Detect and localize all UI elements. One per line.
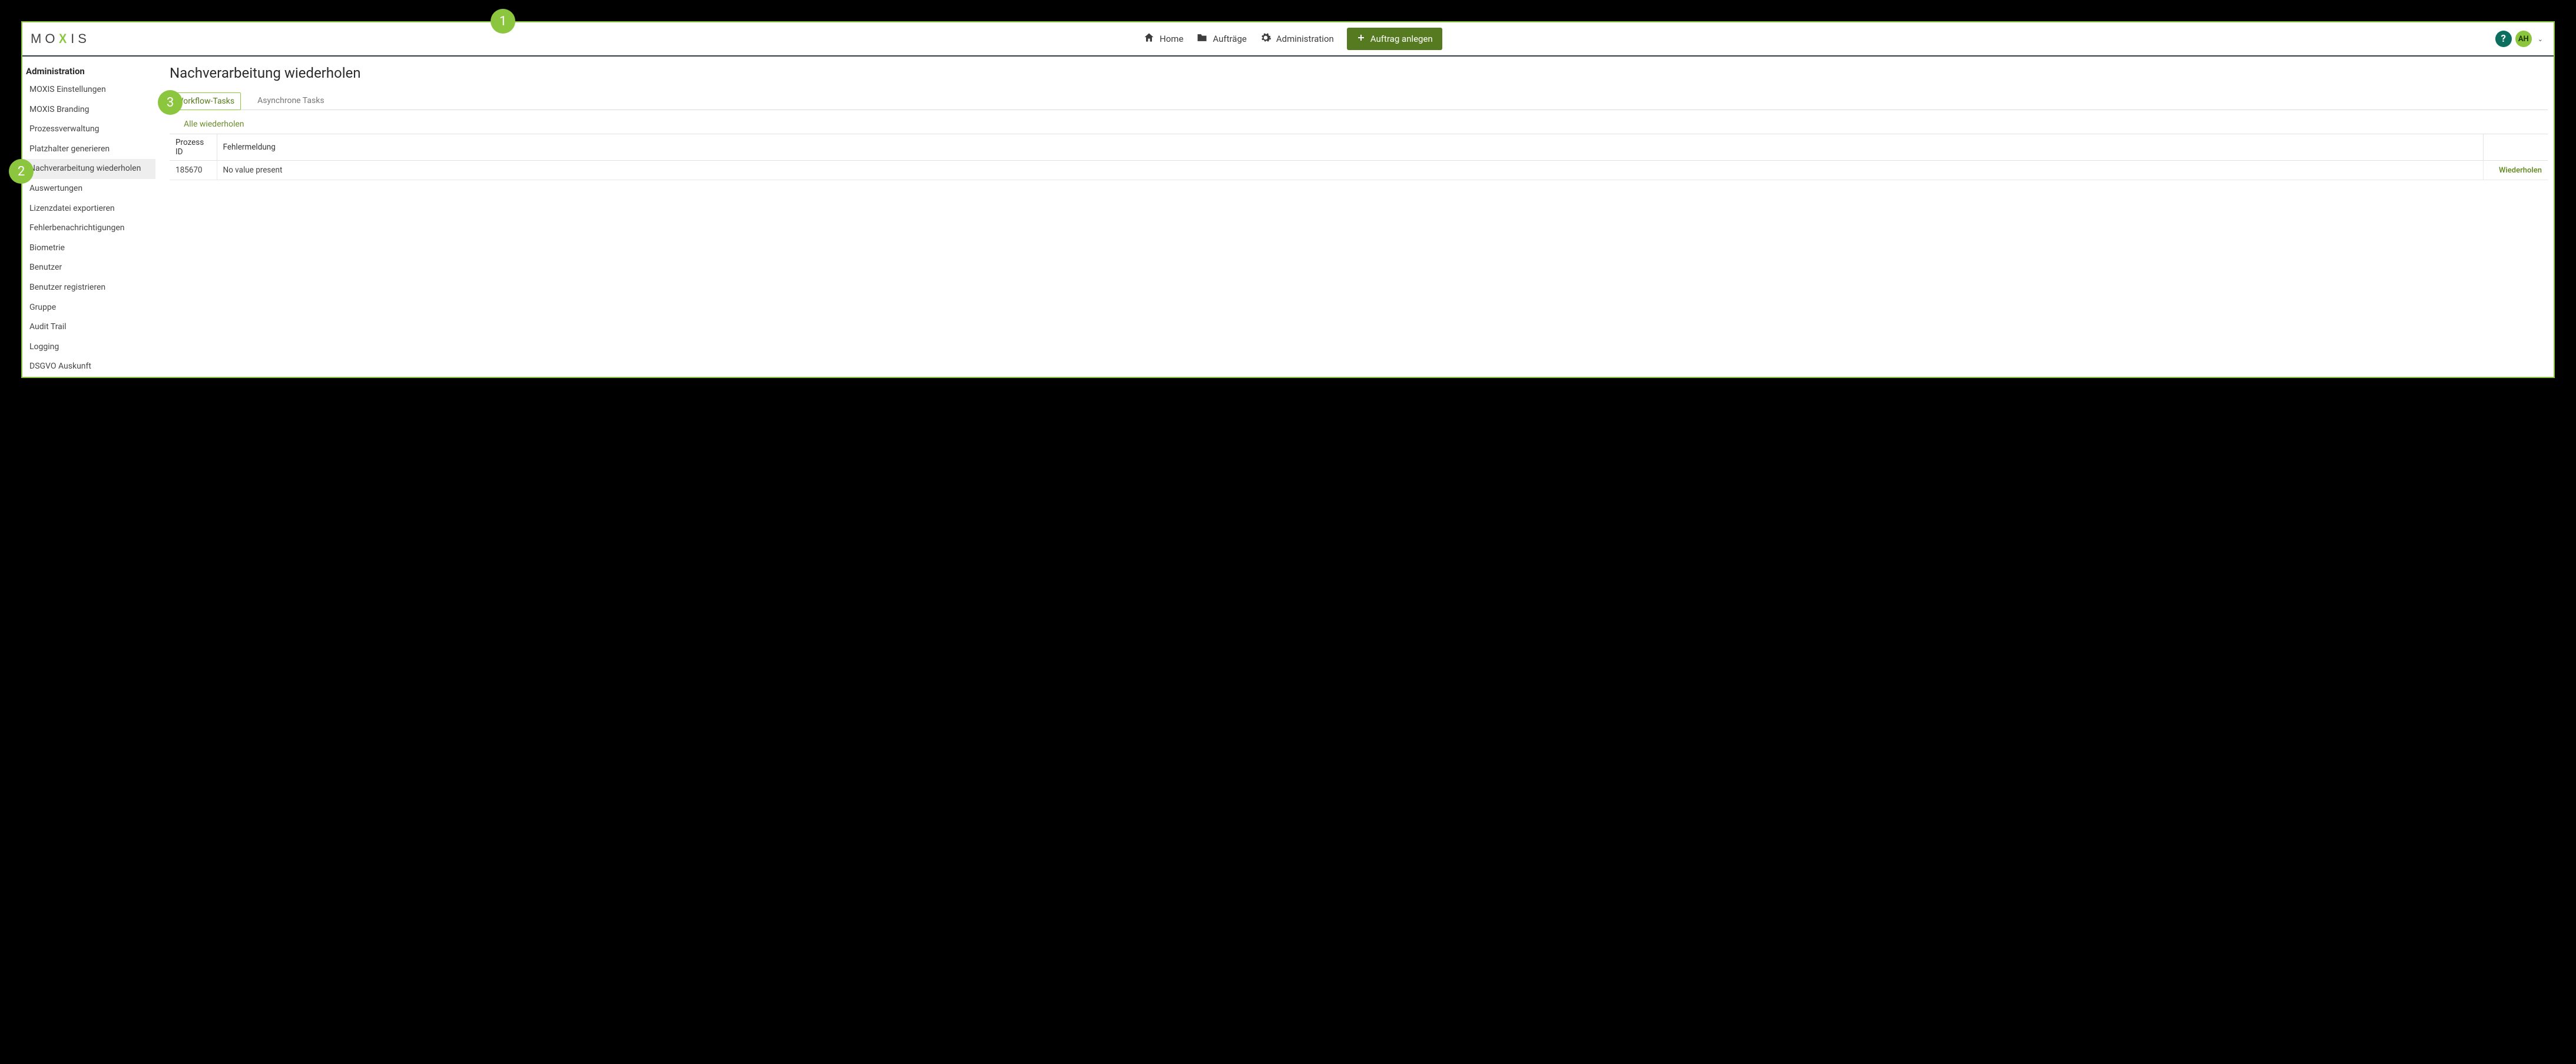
tabs: Workflow-Tasks Asynchrone Tasks: [170, 92, 2548, 110]
topnav: Home Aufträge Administration Auftrag anl…: [1143, 28, 1442, 50]
sidebar-item-audit-trail[interactable]: Audit Trail: [22, 317, 155, 337]
topbar-right: ? AH ⌄: [2495, 31, 2545, 47]
tab-workflow-tasks[interactable]: Workflow-Tasks: [170, 92, 241, 110]
topbar: M O X I S Home Aufträge: [22, 22, 2554, 57]
table-header-row: Prozess ID Fehlermeldung: [170, 134, 2548, 161]
nav-orders[interactable]: Aufträge: [1196, 32, 1246, 46]
sidebar-item-gdpr[interactable]: DSGVO Auskunft: [22, 357, 155, 377]
sidebar-item-error-notifications[interactable]: Fehlerbenachrichtigungen: [22, 218, 155, 238]
avatar[interactable]: AH: [2515, 31, 2532, 47]
sidebar-item-biometrics[interactable]: Biometrie: [22, 238, 155, 258]
sidebar-item-placeholder-gen[interactable]: Platzhalter generieren: [22, 140, 155, 160]
create-order-label: Auftrag anlegen: [1370, 34, 1433, 44]
folder-icon: [1196, 32, 1208, 46]
nav-home[interactable]: Home: [1143, 32, 1183, 46]
sidebar-heading: Administration: [22, 62, 155, 80]
table-row: 185670 No value present Wiederholen: [170, 161, 2548, 180]
col-header-action: [2483, 134, 2548, 161]
sidebar: Administration MOXIS Einstellungen MOXIS…: [22, 57, 155, 377]
sidebar-item-logging[interactable]: Logging: [22, 337, 155, 357]
col-header-error: Fehlermeldung: [217, 134, 2483, 161]
logo-letter-x: X: [59, 31, 70, 47]
page-title: Nachverarbeitung wiederholen: [170, 65, 2548, 81]
logo-letter: M: [31, 31, 45, 47]
app-window: 1 2 3 M O X I S Home Aufträge: [21, 21, 2555, 378]
help-icon: ?: [2501, 33, 2506, 45]
sidebar-item-moxis-settings[interactable]: MOXIS Einstellungen: [22, 80, 155, 100]
logo-letter: O: [45, 31, 58, 47]
sidebar-item-license-export[interactable]: Lizenzdatei exportieren: [22, 199, 155, 219]
logo-letter: S: [78, 31, 90, 47]
tab-async-tasks[interactable]: Asynchrone Tasks: [251, 92, 330, 110]
nav-admin[interactable]: Administration: [1260, 32, 1334, 46]
user-menu-caret[interactable]: ⌄: [2535, 35, 2545, 43]
nav-admin-label: Administration: [1276, 34, 1334, 44]
repeat-all-link[interactable]: Alle wiederholen: [184, 120, 244, 129]
tasks-table: Prozess ID Fehlermeldung 185670 No value…: [170, 134, 2548, 180]
gear-icon: [1260, 32, 1272, 46]
nav-orders-label: Aufträge: [1213, 34, 1246, 44]
create-order-button[interactable]: Auftrag anlegen: [1347, 28, 1442, 50]
logo: M O X I S: [31, 31, 90, 47]
sidebar-item-users[interactable]: Benutzer: [22, 258, 155, 278]
sidebar-item-reports[interactable]: Auswertungen: [22, 179, 155, 199]
sidebar-item-register-user[interactable]: Benutzer registrieren: [22, 278, 155, 298]
avatar-initials: AH: [2518, 35, 2529, 44]
cell-process-id: 185670: [170, 161, 217, 180]
home-icon: [1143, 32, 1155, 46]
cell-error: No value present: [217, 161, 2483, 180]
help-button[interactable]: ?: [2495, 31, 2512, 47]
nav-home-label: Home: [1160, 34, 1183, 44]
main: Nachverarbeitung wiederholen Workflow-Ta…: [155, 57, 2554, 377]
sidebar-item-moxis-branding[interactable]: MOXIS Branding: [22, 100, 155, 120]
col-header-process-id: Prozess ID: [170, 134, 217, 161]
action-row: Alle wiederholen: [170, 115, 2548, 134]
repeat-row-button[interactable]: Wiederholen: [2499, 166, 2542, 175]
logo-letter: I: [71, 31, 78, 47]
sidebar-item-groups[interactable]: Gruppe: [22, 298, 155, 318]
body: Administration MOXIS Einstellungen MOXIS…: [22, 57, 2554, 377]
sidebar-item-repeat-postprocessing[interactable]: Nachverarbeitung wiederholen: [22, 159, 155, 179]
sidebar-item-process-admin[interactable]: Prozessverwaltung: [22, 120, 155, 140]
plus-icon: [1356, 33, 1366, 45]
